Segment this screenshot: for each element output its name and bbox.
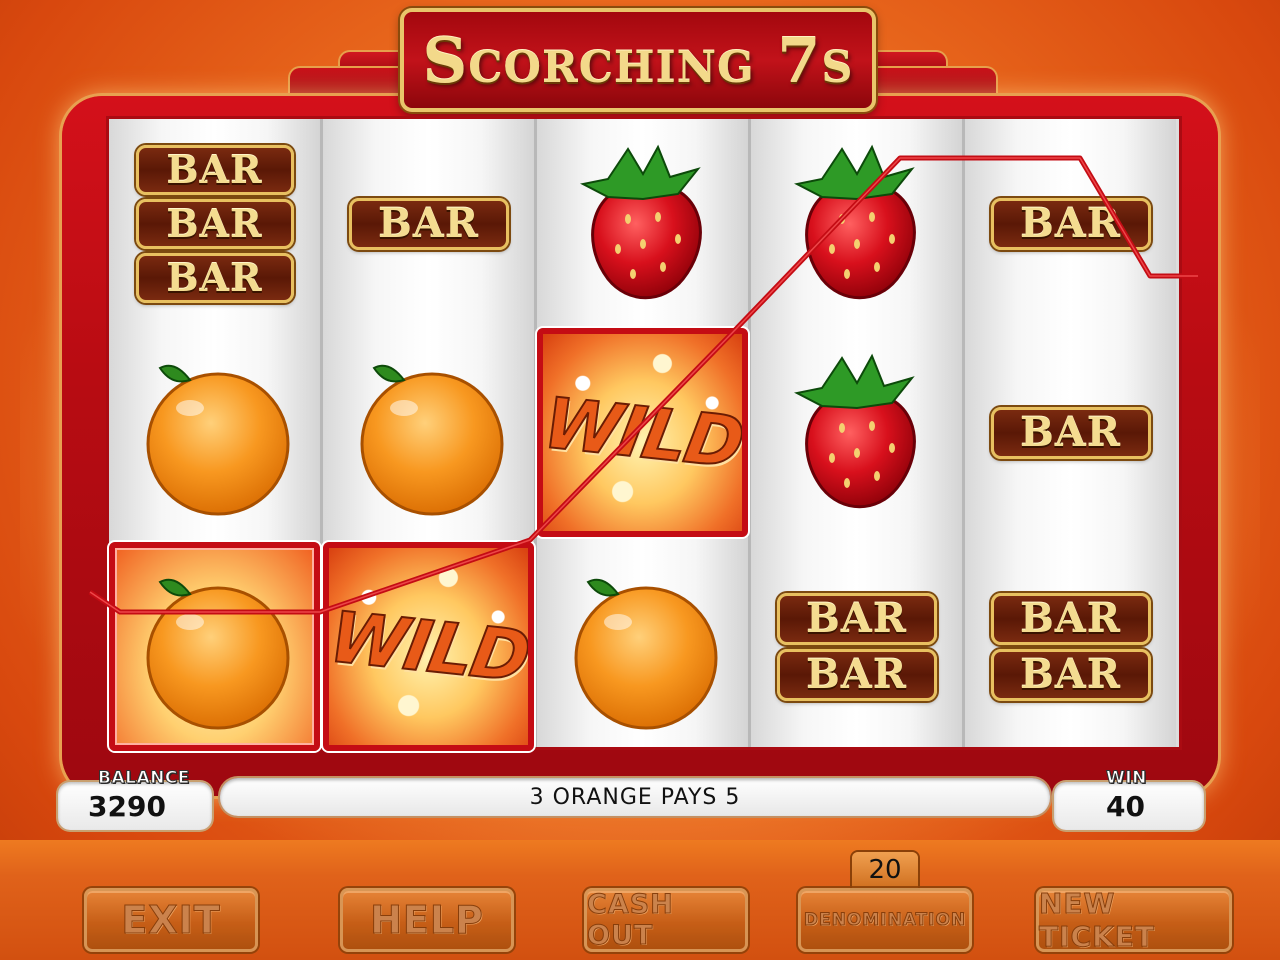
win-value: 40 bbox=[1106, 790, 1145, 823]
reel-1: BAR BAR BAR bbox=[109, 119, 323, 751]
strawberry-icon bbox=[793, 144, 916, 299]
help-button[interactable]: HELP bbox=[340, 888, 514, 952]
reel-5-symbol-2: BAR bbox=[965, 328, 1176, 537]
reel-2-symbol-1: BAR bbox=[323, 119, 534, 328]
strawberry-icon bbox=[793, 353, 916, 508]
game-title: Scorching 7s bbox=[422, 23, 854, 97]
reel-window: BAR BAR BAR BAR WILD WILD BAR BAR BAR BA… bbox=[106, 116, 1182, 751]
reel-2: BAR WILD bbox=[323, 119, 537, 751]
reel-4-symbol-1 bbox=[751, 119, 962, 328]
exit-button[interactable]: EXIT bbox=[84, 888, 258, 952]
denomination-value: 20 bbox=[852, 852, 918, 888]
new-ticket-button[interactable]: NEW TICKET bbox=[1036, 887, 1232, 954]
reel-1-symbol-3-winning bbox=[109, 542, 320, 751]
bar-symbol: BAR bbox=[990, 406, 1151, 459]
orange-icon bbox=[574, 578, 717, 729]
game-title-plate: Scorching 7s bbox=[400, 8, 876, 112]
bar-plate: BAR bbox=[135, 198, 294, 249]
reel-1-symbol-1: BAR BAR BAR bbox=[109, 119, 320, 328]
reel-4-symbol-2 bbox=[751, 328, 962, 537]
reel-5-symbol-1: BAR bbox=[965, 119, 1176, 328]
bar-plate: BAR bbox=[135, 144, 294, 195]
reel-2-symbol-3-winning: WILD bbox=[323, 542, 534, 751]
reel-3-symbol-3 bbox=[537, 542, 748, 751]
bar-plate: BAR bbox=[776, 592, 937, 645]
bar-symbol: BAR bbox=[348, 197, 509, 250]
bar-symbol: BAR bbox=[990, 197, 1151, 250]
slot-game-screen: Scorching 7s BAR BAR BAR BAR WILD WILD B… bbox=[0, 0, 1280, 960]
reel-4: BAR BAR bbox=[751, 119, 965, 747]
reel-4-symbol-3: BAR BAR bbox=[751, 542, 962, 751]
orange-icon bbox=[146, 578, 289, 729]
reel-1-symbol-2 bbox=[109, 328, 320, 537]
denomination-button[interactable]: DENOMINATION bbox=[798, 888, 972, 952]
orange-icon bbox=[146, 364, 289, 515]
win-label: WIN bbox=[1106, 768, 1147, 789]
bar-plate: BAR bbox=[776, 648, 937, 701]
reel-3-symbol-1 bbox=[537, 119, 748, 328]
bar-plate: BAR bbox=[990, 592, 1151, 645]
double-bar-symbol: BAR BAR bbox=[990, 592, 1151, 701]
reel-5: BAR BAR BAR BAR bbox=[965, 119, 1176, 747]
win-message: 3 ORANGE PAYS 5 bbox=[529, 784, 741, 810]
bar-plate: BAR bbox=[990, 648, 1151, 701]
bar-plate: BAR bbox=[135, 252, 294, 303]
orange-icon bbox=[360, 364, 503, 515]
cash-out-button[interactable]: CASH OUT bbox=[584, 888, 748, 952]
balance-label: BALANCE bbox=[98, 768, 190, 789]
triple-bar-symbol: BAR BAR BAR bbox=[135, 144, 294, 303]
balance-value: 3290 bbox=[88, 790, 166, 823]
reel-2-symbol-2 bbox=[323, 328, 534, 537]
reel-3: WILD bbox=[537, 119, 751, 747]
strawberry-icon bbox=[579, 144, 702, 299]
message-bar: 3 ORANGE PAYS 5 bbox=[220, 778, 1050, 816]
reel-3-symbol-2-winning: WILD bbox=[537, 328, 748, 537]
double-bar-symbol: BAR BAR bbox=[776, 592, 937, 701]
reel-5-symbol-3: BAR BAR bbox=[965, 542, 1176, 751]
